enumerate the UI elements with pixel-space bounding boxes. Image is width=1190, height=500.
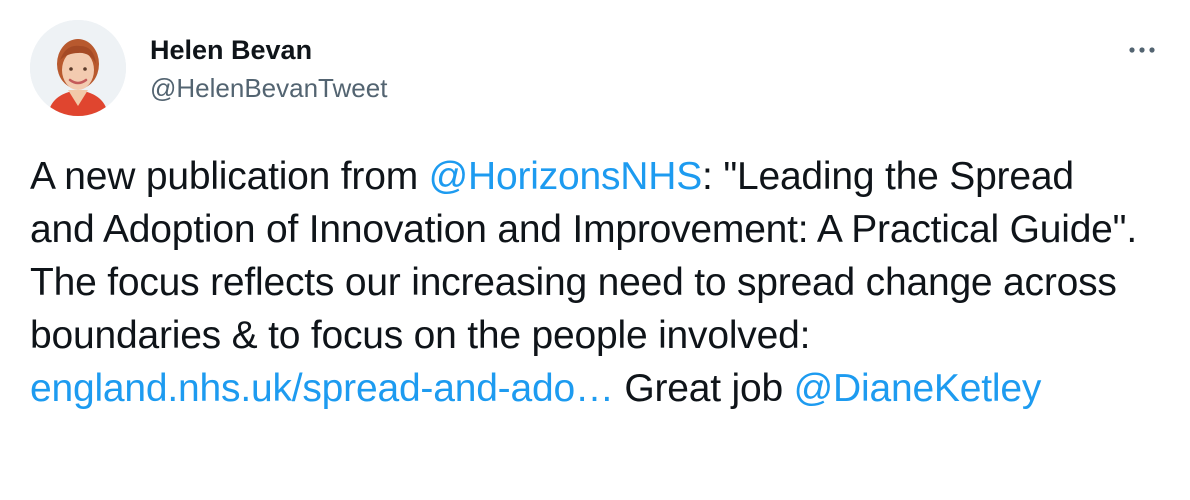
author-names: Helen Bevan @HelenBevanTweet xyxy=(150,34,387,106)
tweet-card: Helen Bevan @HelenBevanTweet A new publi… xyxy=(0,0,1190,500)
more-options-button[interactable] xyxy=(1124,38,1160,62)
tweet-text-part-1: A new publication from xyxy=(30,155,429,198)
author-handle[interactable]: @HelenBevanTweet xyxy=(150,70,387,106)
tweet-url-link[interactable]: england.nhs.uk/spread-and-ado… xyxy=(30,367,614,410)
author-display-name[interactable]: Helen Bevan xyxy=(150,34,387,66)
mention-diane-ketley[interactable]: @DianeKetley xyxy=(794,367,1042,410)
more-horizontal-icon xyxy=(1129,47,1155,53)
mention-horizons-nhs[interactable]: @HorizonsNHS xyxy=(429,155,703,198)
tweet-text-part-3: Great job xyxy=(613,367,794,410)
tweet-header: Helen Bevan @HelenBevanTweet xyxy=(30,20,1160,120)
avatar[interactable] xyxy=(30,20,126,116)
avatar-image xyxy=(30,20,126,116)
tweet-text: A new publication from @HorizonsNHS: "Le… xyxy=(30,150,1140,415)
